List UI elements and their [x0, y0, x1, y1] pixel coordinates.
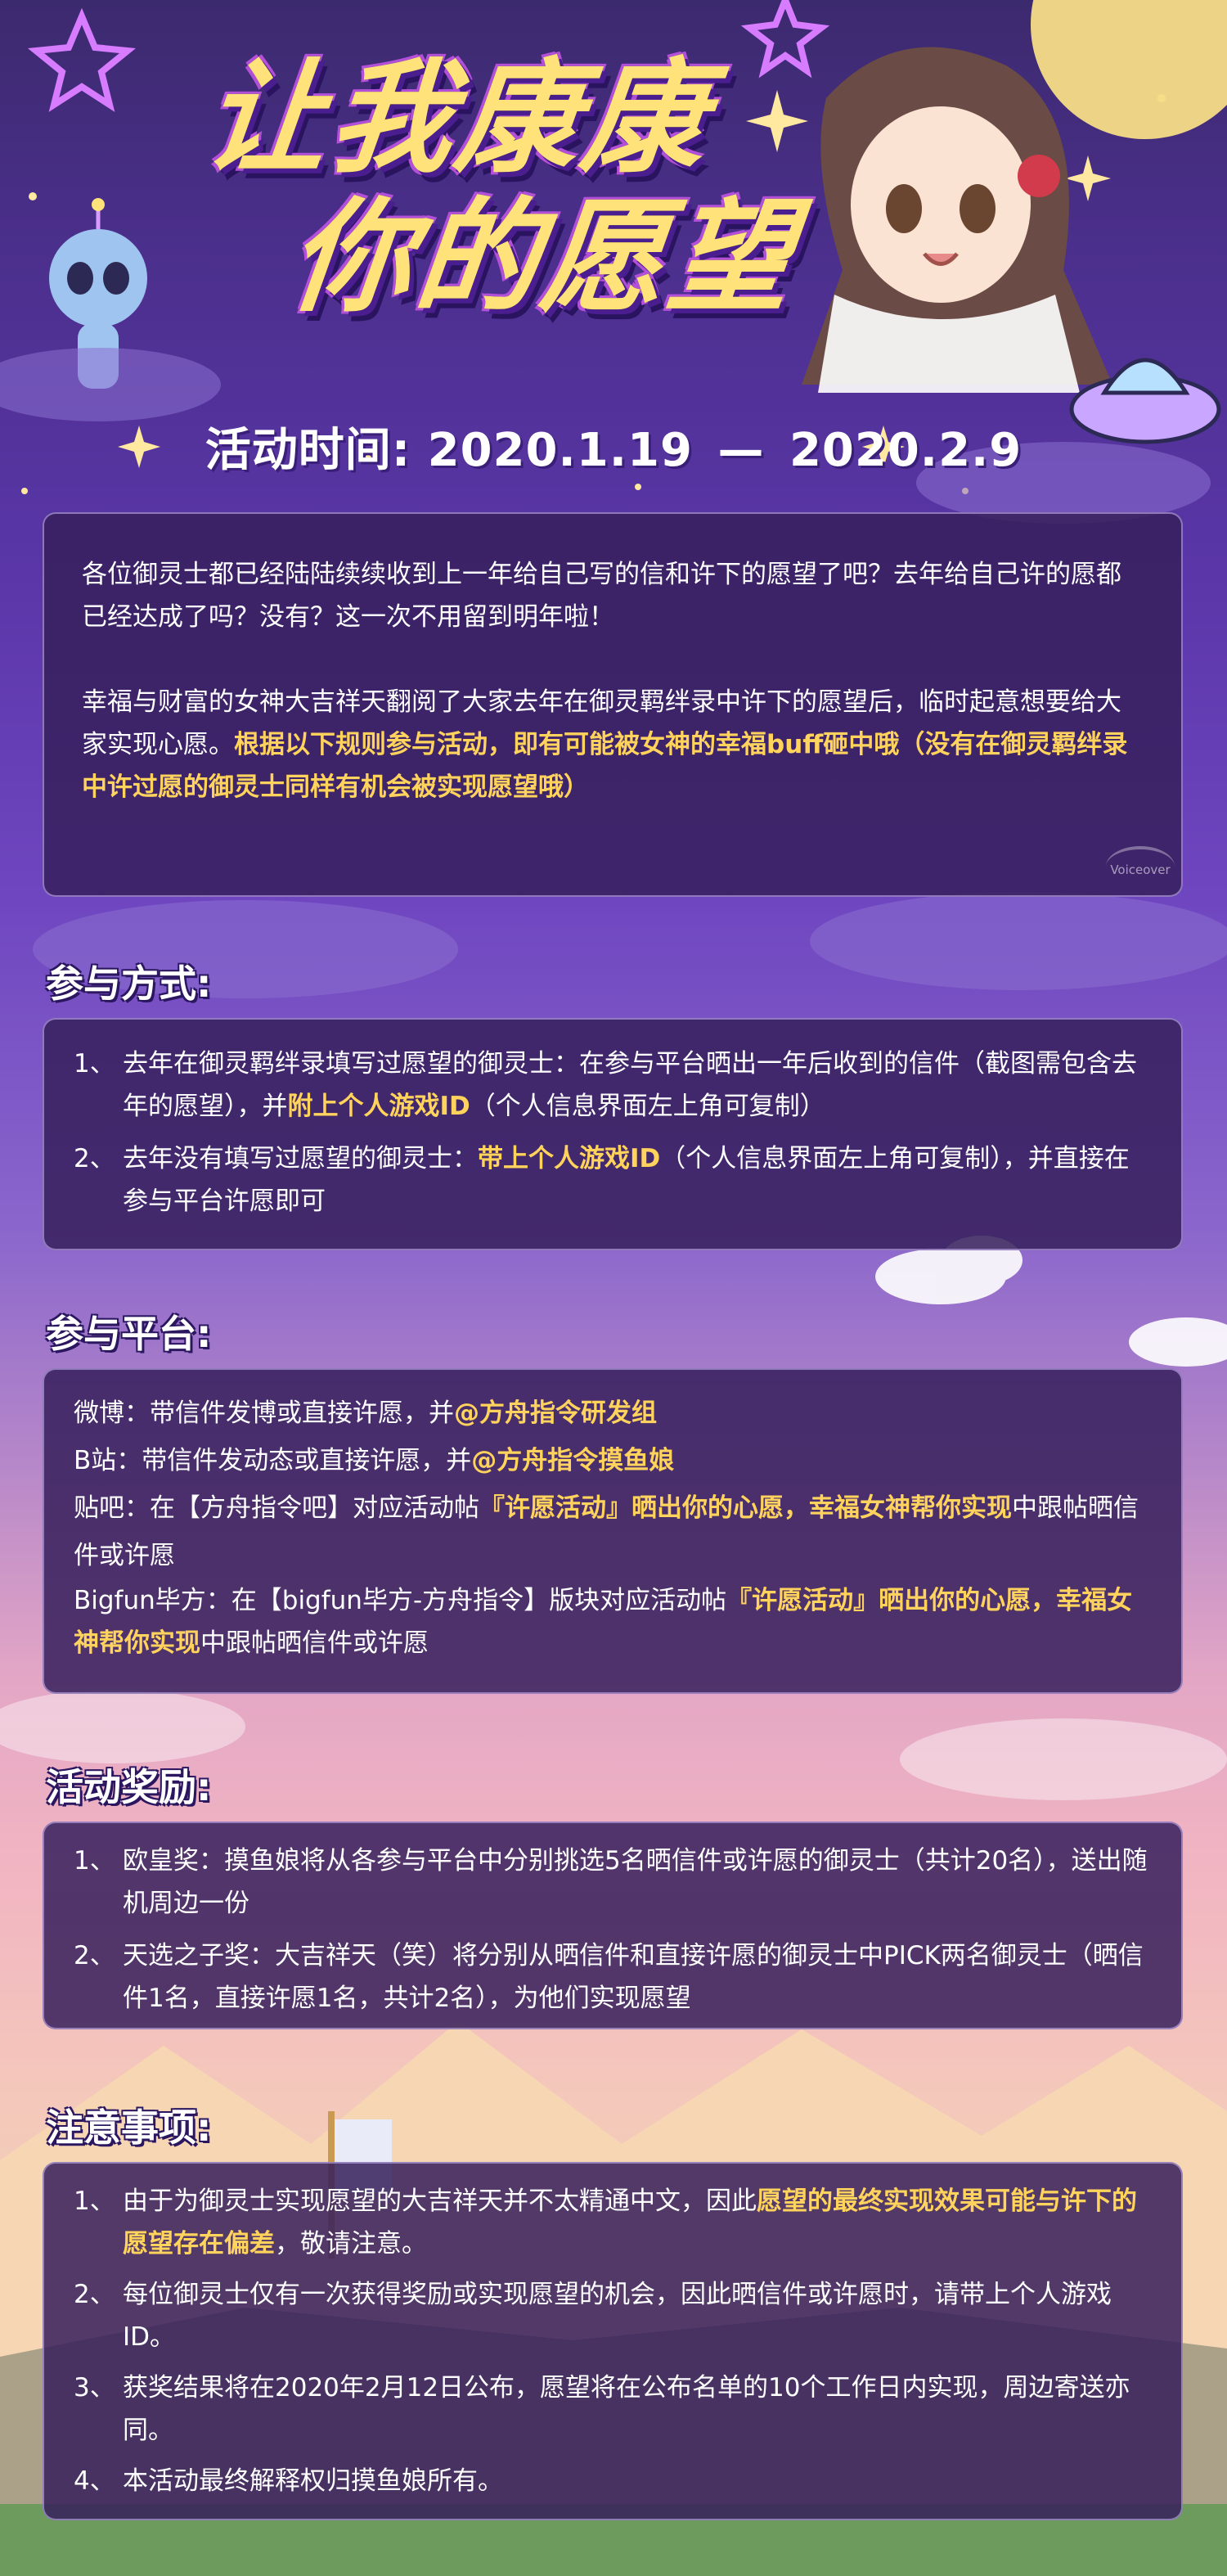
- section-title-notice: 注意事项:: [46, 2105, 212, 2150]
- notice-item-1-num: 1、: [74, 2186, 115, 2216]
- reward-panel: 1、 欧皇奖：摸鱼娘将从各参与平台中分别挑选5名晒信件或许愿的御灵士（共计20名）…: [43, 1822, 1183, 2029]
- platform-bigfun: Bigfun毕方：在【bigfun毕方-方舟指令】版块对应活动帖『许愿活动』晒出…: [74, 1579, 1152, 1664]
- notice-item-1: 1、 由于为御灵士实现愿望的大吉祥天并不太精通中文，因此愿望的最终实现效果可能与许…: [74, 2180, 1150, 2265]
- intro-paragraph-2: 幸福与财富的女神大吉祥天翻阅了大家去年在御灵羁绊录中许下的愿望后，临时起意想要给…: [82, 681, 1144, 808]
- section-title-join: 参与方式:: [46, 961, 212, 1006]
- notice-item-1-text: 由于为御灵士实现愿望的大吉祥天并不太精通中文，因此: [123, 2186, 757, 2216]
- notice-item-4: 4、 本活动最终解释权归摸鱼娘所有。: [74, 2460, 1150, 2502]
- reward-item-1-num: 1、: [74, 1846, 115, 1876]
- join-item-2-text: 去年没有填写过愿望的御灵士：: [123, 1144, 478, 1173]
- platform-weibo-mention[interactable]: @方舟指令研发组: [454, 1398, 657, 1428]
- join-panel: 1、 去年在御灵羁绊录填写过愿望的御灵士：在参与平台晒出一年后收到的信件（截图需包…: [43, 1018, 1183, 1250]
- notice-item-4-num: 4、: [74, 2466, 115, 2496]
- platform-tieba-post-link[interactable]: 『许愿活动』晒出你的心愿，幸福女神帮你实现: [479, 1493, 1012, 1523]
- moon-icon: [1031, 0, 1227, 139]
- notice-item-2: 2、 每位御灵士仅有一次获得奖励或实现愿望的机会，因此晒信件或许愿时，请带上个人游…: [74, 2273, 1150, 2358]
- reward-item-1-text: 欧皇奖：摸鱼娘将从各参与平台中分别挑选5名晒信件或许愿的御灵士（共计20名），送…: [123, 1846, 1148, 1918]
- sparkle-icon: [1065, 155, 1111, 201]
- event-time-separator: —: [717, 424, 765, 477]
- event-time-label: 活动时间:: [204, 424, 411, 477]
- event-time-start: 2020.1.19: [427, 424, 693, 477]
- intro-highlight: 根据以下规则参与活动，即有可能被女神的幸福buff砸中哦（没有在御灵羁绊录中许过…: [82, 730, 1128, 802]
- notice-item-2-num: 2、: [74, 2280, 115, 2309]
- intro-paragraph-1: 各位御灵士都已经陆陆续续收到上一年给自己写的信和许下的愿望了吧？去年给自己许的愿…: [82, 560, 1121, 632]
- intro-panel: 各位御灵士都已经陆陆续续收到上一年给自己写的信和许下的愿望了吧？去年给自己许的愿…: [43, 512, 1183, 897]
- join-item-2-num: 2、: [74, 1144, 115, 1173]
- event-time-end: 2020.2.9: [789, 424, 1022, 477]
- reward-item-1: 1、 欧皇奖：摸鱼娘将从各参与平台中分别挑选5名晒信件或许愿的御灵士（共计20名）…: [74, 1840, 1150, 1925]
- title-line-1: 让我康康: [196, 47, 717, 190]
- reward-item-2: 2、 天选之子奖：大吉祥天（笑）将分别从晒信件和直接许愿的御灵士中PICK两名御灵…: [74, 1934, 1150, 2020]
- notice-item-4-text: 本活动最终解释权归摸鱼娘所有。: [123, 2466, 503, 2496]
- platform-bigfun-tail: 中跟帖晒信件或许愿: [200, 1628, 429, 1658]
- reward-item-2-text: 天选之子奖：大吉祥天（笑）将分别从晒信件和直接许愿的御灵士中PICK两名御灵士（…: [123, 1941, 1144, 2013]
- join-item-2: 2、 去年没有填写过愿望的御灵士：带上个人游戏ID（个人信息界面左上角可复制），并…: [74, 1137, 1150, 1223]
- join-item-1-highlight: 附上个人游戏ID: [287, 1092, 470, 1121]
- platform-bilibili-text: B站：带信件发动态或直接许愿，并: [74, 1446, 472, 1475]
- join-item-1: 1、 去年在御灵羁绊录填写过愿望的御灵士：在参与平台晒出一年后收到的信件（截图需包…: [74, 1043, 1150, 1128]
- platform-bigfun-text: Bigfun毕方：在【bigfun毕方-方舟指令】版块对应活动帖: [74, 1586, 727, 1615]
- notice-item-3-num: 3、: [74, 2373, 115, 2403]
- platform-tieba-text: 贴吧：在【方舟指令吧】对应活动帖: [74, 1493, 479, 1523]
- join-item-1-tail: （个人信息界面左上角可复制）: [470, 1092, 825, 1121]
- title-line-2: 你的愿望: [282, 187, 802, 329]
- notice-item-3-text: 获奖结果将在2020年2月12日公布，愿望将在公布名单的10个工作日内实现，周边…: [123, 2373, 1130, 2445]
- platform-bilibili: B站：带信件发动态或直接许愿，并@方舟指令摸鱼娘: [74, 1437, 1152, 1484]
- event-time: 活动时间: 2020.1.19 — 2020.2.9: [0, 413, 1227, 480]
- join-item-2-highlight: 带上个人游戏ID: [478, 1144, 661, 1173]
- platform-bilibili-mention[interactable]: @方舟指令摸鱼娘: [471, 1446, 674, 1475]
- join-item-1-num: 1、: [74, 1049, 115, 1079]
- section-title-platform: 参与平台:: [46, 1312, 212, 1356]
- star-icon: [27, 7, 137, 112]
- section-title-reward: 活动奖励:: [46, 1765, 212, 1809]
- platform-weibo: 微博：带信件发博或直接许愿，并@方舟指令研发组: [74, 1389, 1152, 1437]
- voiceover-watermark: Voiceover: [1106, 846, 1175, 887]
- notice-item-1-tail: ，敬请注意。: [275, 2229, 427, 2259]
- notice-panel: 1、 由于为御灵士实现愿望的大吉祥天并不太精通中文，因此愿望的最终实现效果可能与许…: [43, 2162, 1183, 2520]
- reward-item-2-num: 2、: [74, 1941, 115, 1970]
- platform-tieba: 贴吧：在【方舟指令吧】对应活动帖『许愿活动』晒出你的心愿，幸福女神帮你实现中跟帖…: [74, 1484, 1152, 1579]
- sparkle-icon: [746, 90, 808, 152]
- notice-item-3: 3、 获奖结果将在2020年2月12日公布，愿望将在公布名单的10个工作日内实现，…: [74, 2367, 1150, 2452]
- platform-panel: 微博：带信件发博或直接许愿，并@方舟指令研发组 B站：带信件发动态或直接许愿，并…: [43, 1368, 1183, 1694]
- platform-weibo-text: 微博：带信件发博或直接许愿，并: [74, 1398, 454, 1428]
- notice-item-2-text: 每位御灵士仅有一次获得奖励或实现愿望的机会，因此晒信件或许愿时，请带上个人游戏I…: [123, 2280, 1112, 2352]
- star-icon: [740, 0, 830, 79]
